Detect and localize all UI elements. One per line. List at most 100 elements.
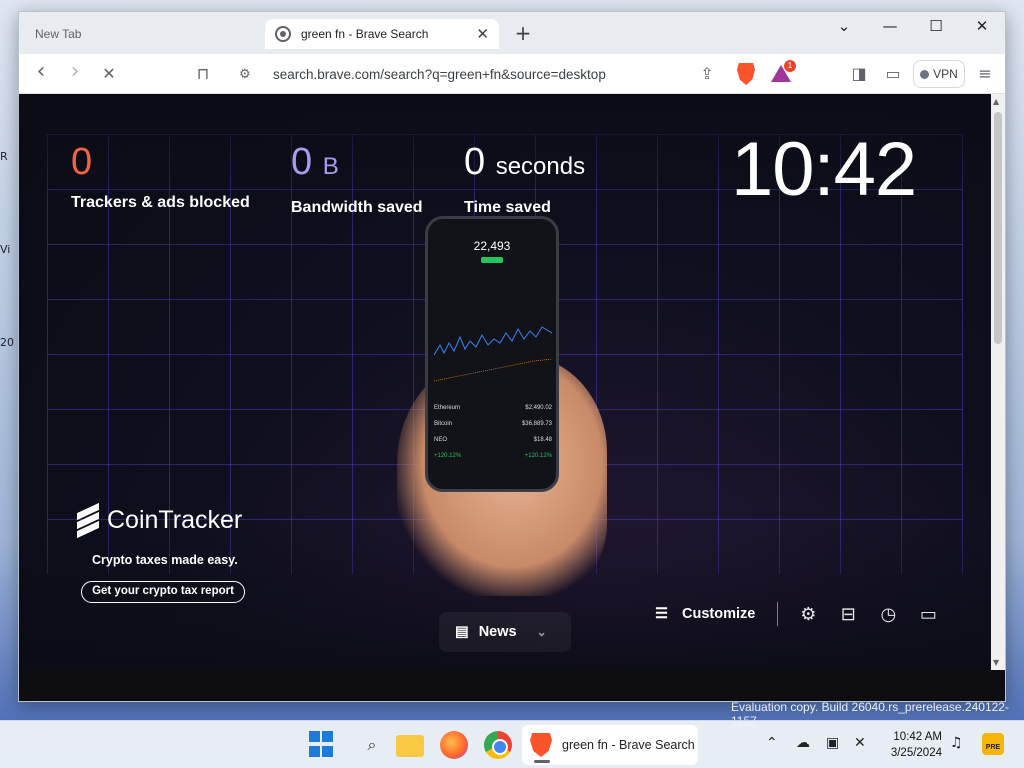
network-icon[interactable]: ▣	[826, 735, 839, 751]
stat-bandwidth: 0 B Bandwidth saved	[291, 140, 423, 217]
chevron-down-icon: ⌄	[536, 625, 547, 639]
tab-close-icon[interactable]: ✕	[476, 25, 489, 43]
bandwidth-label: Bandwidth saved	[291, 199, 423, 216]
forward-button[interactable]: ›	[63, 61, 87, 86]
scroll-up-icon[interactable]: ▲	[993, 97, 999, 106]
new-tab-page: 0 Trackers & ads blocked 0 B Bandwidth s…	[19, 94, 991, 670]
taskbar-time: 10:42 AM	[893, 731, 942, 743]
close-window-button[interactable]: ✕	[959, 12, 1005, 42]
vpn-label: VPN	[933, 67, 958, 81]
phone-balance: 22,493	[473, 239, 511, 253]
phone-asset-change-row: +120.12% +120.12%	[434, 453, 552, 459]
news-label: News	[478, 624, 517, 640]
taskbar-app-label: green fn - Brave Search	[562, 738, 695, 752]
stop-loading-button[interactable]: ✕	[97, 62, 121, 86]
prerelease-badge-icon: PRE	[982, 733, 1004, 755]
time-label: Time saved	[464, 199, 551, 216]
sponsor-tagline: Crypto taxes made easy.	[92, 553, 238, 567]
news-icon: ▤	[455, 624, 469, 640]
stat-trackers: 0 Trackers & ads blocked	[71, 140, 250, 212]
volume-muted-icon[interactable]: ✕	[854, 735, 866, 751]
browser-toolbar: ‹ › ✕ ⊓ ⚙ search.brave.com/search?q=gree…	[19, 54, 1005, 94]
back-button[interactable]: ‹	[29, 61, 53, 86]
taskbar-date: 3/25/2024	[890, 747, 942, 759]
page-bottom-strip	[19, 670, 1005, 701]
url-text: search.brave.com/search?q=green+fn&sourc…	[273, 66, 606, 82]
time-unit: seconds	[495, 153, 586, 180]
settings-gear-icon[interactable]: ⚙	[788, 604, 828, 625]
asset-name: NEO	[434, 437, 448, 443]
customize-button[interactable]: ☰ Customize	[655, 602, 779, 626]
news-button[interactable]: ▤ News ⌄	[439, 612, 571, 652]
phone-asset-list: Ethereum $2,490.02 Bitcoin $36,889.73 NE…	[434, 405, 552, 469]
window-controls: ⌄ — ☐ ✕	[821, 12, 1005, 42]
desktop-label-2: Vi	[0, 243, 11, 256]
onedrive-icon[interactable]: ☁	[796, 735, 810, 751]
asset-name: Bitcoin	[434, 421, 453, 427]
stat-time: 0 seconds Time saved	[464, 140, 585, 217]
scroll-thumb[interactable]	[994, 112, 1002, 344]
brave-browser-window: New Tab green fn - Brave Search ✕ + ⌄ — …	[18, 11, 1006, 702]
asset-value: $2,490.02	[525, 405, 552, 411]
phone-gain-pill	[481, 257, 503, 263]
chrome-icon[interactable]	[484, 731, 512, 759]
phone-asset-row: Ethereum $2,490.02	[434, 405, 552, 411]
sponsor-cta-button[interactable]: Get your crypto tax report	[81, 581, 245, 603]
file-explorer-icon[interactable]	[396, 735, 424, 757]
notification-bell-icon[interactable]: ♫	[950, 735, 963, 751]
asset-change: +120.12%	[524, 453, 552, 459]
start-button-windows-icon[interactable]	[309, 731, 337, 759]
cointracker-mark-icon	[77, 502, 99, 539]
tab-label: New Tab	[35, 27, 82, 41]
tab-search-dropdown-icon[interactable]: ⌄	[821, 12, 867, 42]
ntp-clock: 10:42	[731, 127, 917, 212]
desktop-label-1: R	[0, 150, 8, 163]
tab-brave-search[interactable]: green fn - Brave Search ✕	[265, 19, 499, 49]
page-scrollbar[interactable]: ▲ ▼	[991, 94, 1005, 670]
desktop-label-3: 20	[0, 336, 14, 349]
sidebar-toggle-icon[interactable]: ◨	[847, 62, 871, 86]
system-clock[interactable]: 10:42 AM 3/25/2024	[880, 729, 942, 761]
taskbar-brave-app[interactable]: green fn - Brave Search	[522, 725, 698, 765]
active-app-indicator	[534, 760, 550, 763]
new-tab-button[interactable]: +	[511, 22, 535, 46]
time-value: 0	[464, 141, 486, 183]
wallet-icon[interactable]: ▭	[881, 62, 905, 86]
share-icon[interactable]: ⇪	[695, 62, 719, 86]
brave-app-icon	[530, 733, 552, 757]
bookmark-icon[interactable]: ⊓	[191, 62, 215, 86]
scroll-down-icon[interactable]: ▼	[993, 658, 999, 667]
trackers-label: Trackers & ads blocked	[71, 194, 250, 211]
asset-change: +120.12%	[434, 453, 462, 459]
tab-label: green fn - Brave Search	[301, 27, 429, 41]
cointracker-logo[interactable]: CoinTracker	[77, 502, 243, 539]
site-settings-icon[interactable]: ⚙	[239, 66, 259, 82]
history-icon[interactable]: ◷	[868, 604, 908, 625]
minimize-button[interactable]: —	[867, 12, 913, 42]
tab-new-tab[interactable]: New Tab	[27, 20, 257, 48]
sliders-icon: ☰	[655, 606, 668, 622]
bandwidth-unit: B	[322, 153, 339, 180]
show-hidden-icons-chevron-icon[interactable]: ⌃	[766, 735, 778, 751]
customize-label: Customize	[682, 606, 756, 622]
vpn-button[interactable]: VPN	[913, 60, 965, 88]
asset-name: Ethereum	[434, 405, 461, 411]
asset-value: $18.48	[533, 437, 552, 443]
tab-strip: New Tab green fn - Brave Search ✕ + ⌄ — …	[19, 12, 1005, 54]
cointracker-brand: CoinTracker	[107, 505, 243, 534]
address-bar[interactable]: ⚙ search.brave.com/search?q=green+fn&sou…	[227, 59, 757, 89]
taskbar: ⌕ green fn - Brave Search ⌃ ☁ ▣ ✕ 10:42 …	[0, 720, 1024, 768]
phone-price-chart	[434, 326, 552, 382]
search-taskbar-icon[interactable]: ⌕	[358, 731, 386, 759]
bookmarks-icon[interactable]: ⊟	[828, 604, 868, 625]
bandwidth-value: 0	[291, 141, 313, 183]
asset-value: $36,889.73	[521, 421, 552, 427]
phone-asset-row: Bitcoin $36,889.73	[434, 421, 552, 427]
menu-icon[interactable]: ≡	[973, 62, 997, 86]
brave-talk-video-icon[interactable]: ▭	[908, 604, 948, 625]
maximize-button[interactable]: ☐	[913, 12, 959, 42]
trackers-count: 0	[71, 141, 93, 183]
phone-asset-row: NEO $18.48	[434, 437, 552, 443]
firefox-icon[interactable]	[440, 731, 468, 759]
brave-search-favicon-icon	[275, 26, 291, 42]
